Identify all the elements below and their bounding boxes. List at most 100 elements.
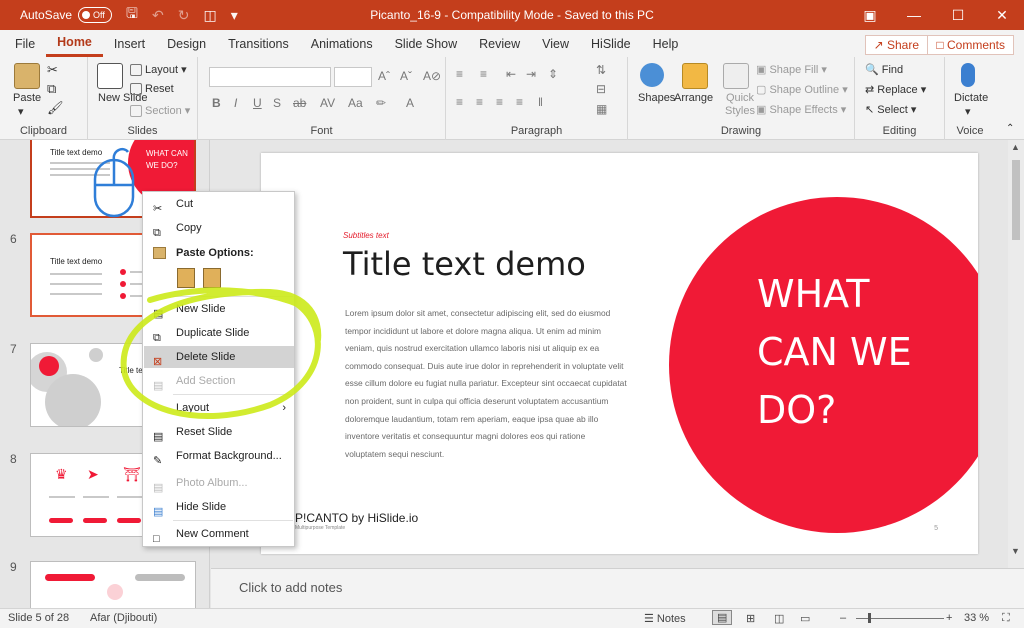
shadow-icon[interactable]: S: [273, 96, 281, 110]
font-name-input[interactable]: [209, 67, 331, 87]
italic-icon[interactable]: I: [234, 96, 237, 110]
character-spacing-icon[interactable]: AV: [320, 96, 335, 110]
tab-home[interactable]: Home: [46, 31, 103, 57]
normal-view-icon[interactable]: ▤: [712, 610, 733, 625]
tab-transitions[interactable]: Transitions: [217, 31, 300, 57]
menu-item-reset-slide[interactable]: ▤ Reset Slide: [144, 421, 294, 443]
tab-insert[interactable]: Insert: [103, 31, 156, 57]
slide-editing-area[interactable]: Subtitles text Title text demo Lorem ips…: [211, 140, 1008, 568]
close-icon[interactable]: ✕: [980, 0, 1024, 30]
zoom-slider-thumb[interactable]: [868, 613, 871, 623]
collapse-ribbon-icon[interactable]: ⌃: [1006, 123, 1014, 134]
tab-file[interactable]: File: [4, 31, 46, 57]
increase-font-icon[interactable]: Aˆ: [378, 69, 390, 83]
current-slide[interactable]: Subtitles text Title text demo Lorem ips…: [261, 153, 978, 554]
comments-button[interactable]: □ Comments: [927, 35, 1014, 55]
smartart-icon[interactable]: ▦: [596, 102, 607, 116]
menu-item-photo-album[interactable]: ▤ Photo Album...: [144, 472, 294, 494]
replace-button[interactable]: ⇄ Replace ▾: [865, 83, 926, 96]
menu-item-layout[interactable]: Layout ›: [144, 397, 294, 419]
menu-item-add-section[interactable]: ▤ Add Section: [144, 370, 294, 392]
redo-icon[interactable]: ↻: [178, 7, 190, 24]
select-button[interactable]: ↖ Select ▾: [865, 103, 916, 116]
language-indicator[interactable]: Afar (Djibouti): [90, 612, 157, 624]
align-text-icon[interactable]: ⊟: [596, 82, 606, 96]
fit-to-window-icon[interactable]: ⛶: [1002, 612, 1010, 625]
notes-placeholder[interactable]: Click to add notes: [239, 580, 342, 595]
shape-effects-button[interactable]: ▣ Shape Effects ▾: [756, 103, 846, 116]
zoom-level[interactable]: 33 %: [964, 612, 989, 624]
bullets-icon[interactable]: ≡: [456, 67, 463, 81]
copy-icon[interactable]: ⧉: [47, 81, 56, 97]
present-icon[interactable]: ◫: [203, 7, 216, 24]
ribbon-display-icon[interactable]: ▣: [848, 0, 892, 30]
justify-icon[interactable]: ≡: [516, 95, 523, 109]
dictate-dropdown-icon[interactable]: ▾: [965, 105, 971, 118]
font-color-icon[interactable]: A: [406, 96, 414, 110]
format-painter-icon[interactable]: 🖌: [47, 100, 64, 116]
scrollbar-thumb[interactable]: [1012, 160, 1020, 240]
paste-icon[interactable]: [14, 63, 40, 89]
layout-button[interactable]: Layout ▾: [130, 63, 187, 77]
microphone-icon[interactable]: [961, 63, 975, 87]
minimize-icon[interactable]: —: [892, 0, 936, 30]
menu-item-delete-slide[interactable]: ⊠ Delete Slide: [144, 346, 294, 368]
tab-animations[interactable]: Animations: [300, 31, 384, 57]
menu-item-copy[interactable]: ⧉ Copy: [144, 217, 294, 239]
tab-slide-show[interactable]: Slide Show: [384, 31, 469, 57]
font-size-input[interactable]: [334, 67, 372, 87]
notes-toggle-button[interactable]: ☰ Notes: [644, 612, 686, 625]
align-right-icon[interactable]: ≡: [496, 95, 503, 109]
clear-formatting-icon[interactable]: A⊘: [423, 69, 441, 83]
zoom-in-icon[interactable]: +: [946, 612, 952, 624]
shapes-button[interactable]: Shapes: [638, 92, 675, 104]
shape-outline-button[interactable]: ▢ Shape Outline ▾: [756, 83, 848, 96]
autosave-toggle[interactable]: Off: [78, 7, 113, 23]
arrange-button[interactable]: Arrange: [674, 92, 713, 104]
save-icon[interactable]: 🖫: [126, 3, 138, 27]
new-slide-icon[interactable]: [97, 63, 123, 89]
tab-review[interactable]: Review: [468, 31, 531, 57]
decrease-indent-icon[interactable]: ⇤: [506, 67, 516, 81]
scroll-down-icon[interactable]: ▼: [1011, 546, 1020, 556]
bold-icon[interactable]: B: [212, 96, 221, 110]
paste-use-destination-theme-icon[interactable]: [177, 268, 195, 288]
highlight-icon[interactable]: ✏: [376, 96, 386, 110]
tab-view[interactable]: View: [531, 31, 580, 57]
align-left-icon[interactable]: ≡: [456, 95, 463, 109]
customize-toolbar-icon[interactable]: ▾: [231, 7, 238, 24]
share-button[interactable]: ↗ Share: [864, 35, 928, 55]
paste-dropdown-icon[interactable]: ▾: [18, 105, 24, 118]
menu-item-new-slide[interactable]: ▤ New Slide: [144, 298, 294, 320]
slide-subtitle[interactable]: Subtitles text: [343, 231, 389, 240]
increase-indent-icon[interactable]: ⇥: [526, 67, 536, 81]
tab-design[interactable]: Design: [156, 31, 217, 57]
decrease-font-icon[interactable]: Aˇ: [400, 69, 412, 83]
maximize-icon[interactable]: ☐: [936, 0, 980, 30]
paste-button[interactable]: Paste: [13, 92, 41, 104]
quick-styles-icon[interactable]: [723, 63, 749, 89]
reset-button[interactable]: Reset: [130, 83, 174, 96]
slide-body-text[interactable]: Lorem ipsum dolor sit amet, consectetur …: [345, 305, 627, 463]
columns-icon[interactable]: ‖: [538, 95, 543, 109]
arrange-icon[interactable]: [682, 63, 708, 89]
paste-picture-icon[interactable]: [203, 268, 221, 288]
vertical-scrollbar[interactable]: ▲ ▼: [1008, 140, 1024, 608]
dictate-button[interactable]: Dictate: [954, 92, 988, 104]
menu-item-cut[interactable]: ✂ Cut: [144, 193, 294, 215]
strikethrough-icon[interactable]: ab: [293, 96, 306, 110]
text-direction-icon[interactable]: ⇅: [596, 63, 606, 77]
slide-thumbnail-9[interactable]: [30, 561, 196, 608]
tab-hislide[interactable]: HiSlide: [580, 31, 642, 57]
section-button[interactable]: Section ▾: [130, 104, 190, 118]
tab-help[interactable]: Help: [642, 31, 690, 57]
zoom-out-icon[interactable]: –: [840, 612, 846, 624]
scroll-up-icon[interactable]: ▲: [1011, 142, 1020, 152]
numbering-icon[interactable]: ≡: [480, 67, 487, 81]
undo-icon[interactable]: ↶: [152, 7, 164, 24]
notes-pane[interactable]: Click to add notes: [211, 568, 1024, 608]
menu-item-duplicate-slide[interactable]: ⧉ Duplicate Slide: [144, 322, 294, 344]
change-case-icon[interactable]: Aa: [348, 96, 363, 110]
line-spacing-icon[interactable]: ⇕: [548, 67, 558, 81]
menu-item-format-background[interactable]: ✎ Format Background...: [144, 445, 294, 467]
